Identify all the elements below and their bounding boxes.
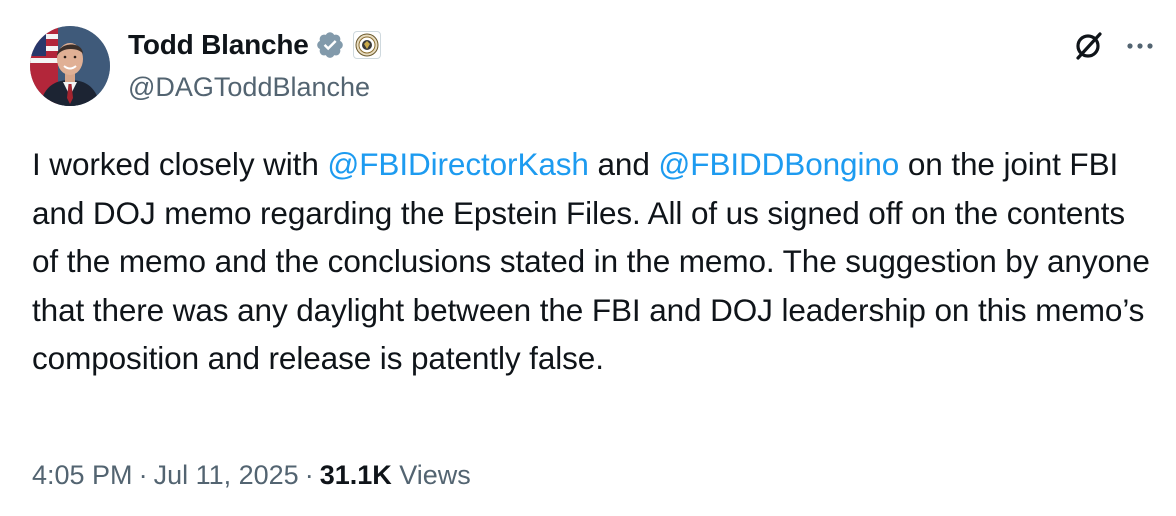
verified-badge-icon[interactable] bbox=[315, 30, 345, 60]
tweet-time[interactable]: 4:05 PM bbox=[32, 460, 133, 490]
author-block: Todd Blanche @DAGToddBlanche bbox=[128, 26, 381, 103]
avatar[interactable] bbox=[30, 26, 110, 106]
handle[interactable]: @DAGToddBlanche bbox=[128, 72, 381, 103]
tweet-date[interactable]: Jul 11, 2025 bbox=[154, 460, 299, 490]
separator: · bbox=[304, 460, 314, 490]
tweet-meta: 4:05 PM · Jul 11, 2025 · 31.1K Views bbox=[32, 460, 471, 491]
separator: · bbox=[138, 460, 148, 490]
grok-icon[interactable] bbox=[1070, 28, 1106, 64]
name-row: Todd Blanche bbox=[128, 26, 381, 64]
doj-seal-icon[interactable] bbox=[352, 31, 381, 59]
tweet-text: I worked closely with @FBIDirectorKash a… bbox=[32, 140, 1152, 383]
tweet: Todd Blanche @DAGToddBlanche I worked cl… bbox=[0, 0, 1176, 516]
tweet-text-part: I worked closely with bbox=[32, 146, 328, 182]
avatar-image bbox=[30, 26, 110, 106]
views-count: 31.1K bbox=[319, 460, 392, 490]
more-options-icon[interactable] bbox=[1122, 34, 1158, 58]
mention-link[interactable]: @FBIDirectorKash bbox=[327, 146, 589, 182]
display-name[interactable]: Todd Blanche bbox=[128, 29, 309, 61]
views-label: Views bbox=[399, 460, 471, 490]
mention-link[interactable]: @FBIDDBongino bbox=[658, 146, 899, 182]
tweet-text-part: and bbox=[588, 146, 659, 182]
